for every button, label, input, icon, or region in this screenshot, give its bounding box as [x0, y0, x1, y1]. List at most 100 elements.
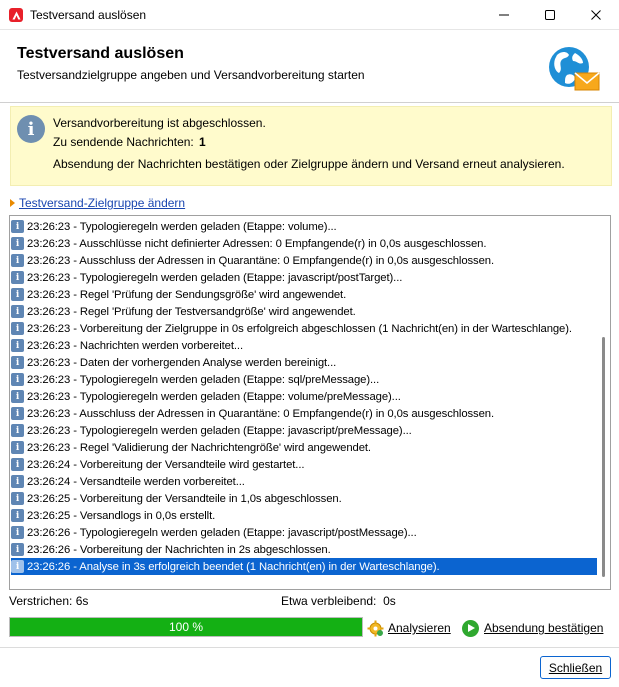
log-row[interactable]: i 23:26:23 - Nachrichten werden vorbereit… [11, 337, 597, 354]
dialog-subtitle: Testversandzielgruppe angeben und Versan… [17, 68, 365, 82]
info-icon: i [11, 373, 24, 386]
elapsed-label: Verstrichen: [9, 594, 73, 608]
log-row-text: 23:26:25 - Vorbereitung der Versandteile… [27, 492, 342, 505]
dialog-header: Testversand auslösen Testversandzielgrup… [0, 31, 619, 103]
info-icon: i [17, 115, 45, 143]
info-icon: i [11, 339, 24, 352]
log-row[interactable]: i 23:26:25 - Vorbereitung der Versandteil… [11, 490, 597, 507]
log-row-text: 23:26:23 - Ausschluss der Adressen in Qu… [27, 407, 495, 420]
info-icon: i [11, 271, 24, 284]
remaining-label: Etwa verbleibend: [281, 594, 377, 608]
log-row-text: 23:26:23 - Regel 'Prüfung der Sendungsgr… [27, 288, 347, 301]
info-icon: i [11, 492, 24, 505]
log-row[interactable]: i 23:26:23 - Typologieregeln werden gelad… [11, 269, 597, 286]
log-row-text: 23:26:23 - Typologieregeln werden gelade… [27, 390, 401, 403]
log-row-text: 23:26:23 - Daten der vorhergenden Analys… [27, 356, 337, 369]
log-row[interactable]: i 23:26:24 - Versandteile werden vorberei… [11, 473, 597, 490]
change-target-link[interactable]: Testversand-Zielgruppe ändern [10, 196, 185, 210]
log-row-text: 23:26:23 - Nachrichten werden vorbereite… [27, 339, 244, 352]
info-icon: i [11, 526, 24, 539]
log-row-text: 23:26:23 - Typologieregeln werden gelade… [27, 424, 412, 437]
log-row[interactable]: i 23:26:26 - Analyse in 3s erfolgreich be… [11, 558, 597, 575]
log-row[interactable]: i 23:26:24 - Vorbereitung der Versandteil… [11, 456, 597, 473]
info-icon: i [11, 237, 24, 250]
close-icon [591, 10, 601, 20]
log-row[interactable]: i 23:26:23 - Daten der vorhergenden Analy… [11, 354, 597, 371]
close-window-button[interactable] [573, 0, 619, 30]
log-row-text: 23:26:25 - Versandlogs in 0,0s erstellt. [27, 509, 216, 522]
log-scrollbar[interactable] [597, 217, 609, 588]
arrow-right-icon [10, 199, 15, 207]
message-count-value: 1 [199, 135, 206, 149]
log-row[interactable]: i 23:26:23 - Regel 'Validierung der Nachr… [11, 439, 597, 456]
confirm-send-label: Absendung bestätigen [484, 621, 604, 635]
progress-bar: 100 % [9, 617, 363, 637]
elapsed-value: 6s [75, 594, 89, 608]
log-row[interactable]: i 23:26:25 - Versandlogs in 0,0s erstellt… [11, 507, 597, 524]
log-row-text: 23:26:26 - Vorbereitung der Nachrichten … [27, 543, 331, 556]
log-row-text: 23:26:23 - Typologieregeln werden gelade… [27, 373, 380, 386]
info-icon: i [11, 305, 24, 318]
log-row-text: 23:26:24 - Versandteile werden vorbereit… [27, 475, 245, 488]
progress-text: 100 % [168, 620, 204, 634]
minimize-icon [499, 14, 509, 16]
log-row[interactable]: i 23:26:23 - Ausschluss der Adressen in Q… [11, 405, 597, 422]
log-rows: i 23:26:23 - Typologieregeln werden gelad… [11, 218, 597, 575]
info-icon: i [11, 475, 24, 488]
remaining-status: Etwa verbleibend: 0s [281, 594, 396, 608]
info-icon: i [11, 560, 24, 573]
gear-icon [367, 620, 384, 636]
scroll-thumb[interactable] [602, 337, 605, 577]
log-row-text: 23:26:23 - Ausschluss der Adressen in Qu… [27, 254, 495, 267]
elapsed-status: Verstrichen: 6s [9, 594, 88, 608]
log-row[interactable]: i 23:26:23 - Regel 'Prüfung der Testversa… [11, 303, 597, 320]
log-row-text: 23:26:23 - Typologieregeln werden gelade… [27, 220, 337, 233]
info-icon: i [11, 458, 24, 471]
info-panel: i Versandvorbereitung ist abgeschlossen.… [10, 106, 612, 186]
maximize-button[interactable] [527, 0, 573, 30]
window-title: Testversand auslösen [30, 8, 147, 22]
log-row-text: 23:26:23 - Typologieregeln werden gelade… [27, 271, 403, 284]
info-icon: i [11, 543, 24, 556]
log-row-text: 23:26:23 - Regel 'Prüfung der Testversan… [27, 305, 356, 318]
play-icon [462, 619, 479, 637]
title-bar: Testversand auslösen [0, 0, 619, 30]
info-icon: i [11, 509, 24, 522]
log-row-text: 23:26:23 - Vorbereitung der Zielgruppe i… [27, 322, 572, 335]
log-row[interactable]: i 23:26:26 - Typologieregeln werden gelad… [11, 524, 597, 541]
confirm-send-button[interactable]: Absendung bestätigen [462, 618, 603, 638]
log-row[interactable]: i 23:26:23 - Regel 'Prüfung der Sendungsg… [11, 286, 597, 303]
info-icon: i [11, 220, 24, 233]
log-row[interactable]: i 23:26:23 - Typologieregeln werden gelad… [11, 371, 597, 388]
info-icon: i [11, 424, 24, 437]
log-row-text: 23:26:23 - Ausschlüsse nicht definierter… [27, 237, 487, 250]
log-row-text: 23:26:23 - Regel 'Validierung der Nachri… [27, 441, 371, 454]
info-icon: i [11, 356, 24, 369]
analyze-label: Analysieren [388, 621, 451, 635]
log-row[interactable]: i 23:26:23 - Typologieregeln werden gelad… [11, 388, 597, 405]
analyze-button[interactable]: Analysieren [367, 618, 451, 638]
info-icon: i [11, 288, 24, 301]
info-icon: i [11, 322, 24, 335]
minimize-button[interactable] [481, 0, 527, 30]
message-count-label: Zu sendende Nachrichten: [53, 135, 194, 149]
log-row[interactable]: i 23:26:23 - Typologieregeln werden gelad… [11, 422, 597, 439]
confirmation-hint: Absendung der Nachrichten bestätigen ode… [53, 157, 565, 171]
footer-divider [0, 647, 619, 648]
log-row[interactable]: i 23:26:23 - Ausschluss der Adressen in Q… [11, 252, 597, 269]
close-button[interactable]: Schließen [540, 656, 611, 679]
preparation-status: Versandvorbereitung ist abgeschlossen. [53, 116, 266, 130]
log-row-text: 23:26:24 - Vorbereitung der Versandteile… [27, 458, 305, 471]
log-list[interactable]: i 23:26:23 - Typologieregeln werden gelad… [9, 215, 611, 590]
log-row[interactable]: i 23:26:26 - Vorbereitung der Nachrichten… [11, 541, 597, 558]
log-row[interactable]: i 23:26:23 - Vorbereitung der Zielgruppe … [11, 320, 597, 337]
remaining-value: 0s [383, 594, 396, 608]
log-row[interactable]: i 23:26:23 - Typologieregeln werden gelad… [11, 218, 597, 235]
dialog-title: Testversand auslösen [17, 45, 184, 62]
info-icon: i [11, 441, 24, 454]
log-row[interactable]: i 23:26:23 - Ausschlüsse nicht definierte… [11, 235, 597, 252]
change-target-label: Testversand-Zielgruppe ändern [19, 196, 186, 210]
info-icon: i [11, 390, 24, 403]
adobe-logo-icon [9, 8, 23, 22]
log-row-text: 23:26:26 - Typologieregeln werden gelade… [27, 526, 417, 539]
